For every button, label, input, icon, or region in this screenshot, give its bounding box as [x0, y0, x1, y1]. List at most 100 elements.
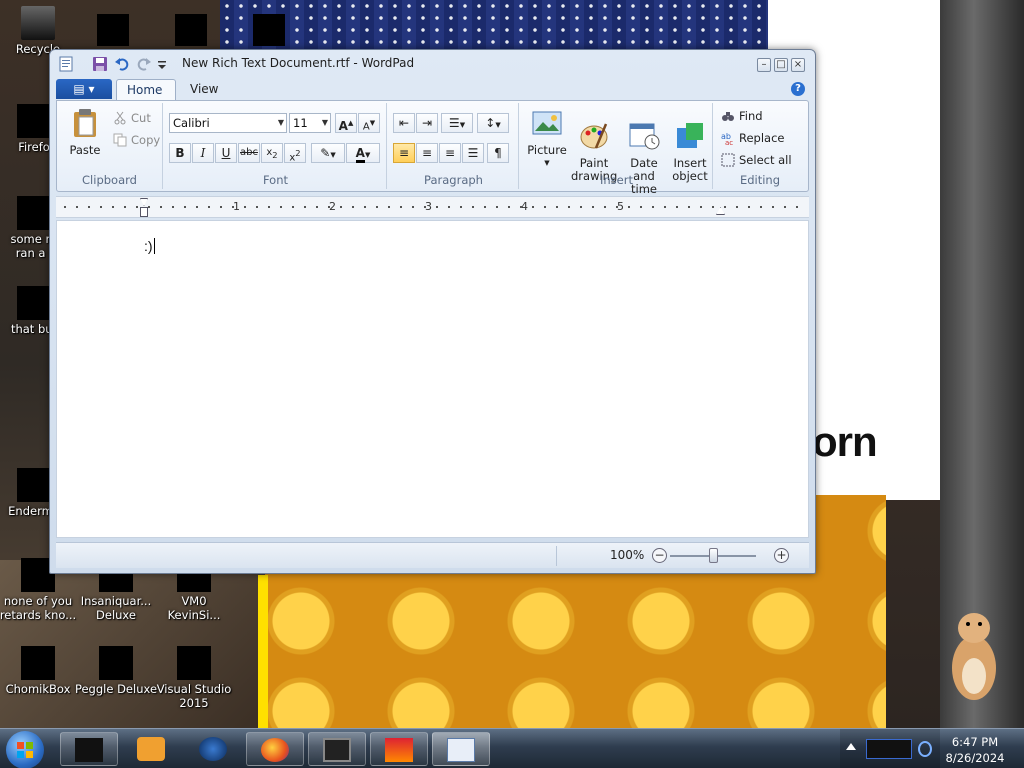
ruler-tick [376, 206, 378, 208]
status-bar: 100% − + [56, 542, 809, 568]
find-button[interactable]: Find [721, 107, 763, 125]
start-button[interactable] [6, 731, 44, 768]
document-text[interactable]: :) [144, 238, 155, 254]
copy-icon [113, 133, 127, 147]
zoom-in-button[interactable]: + [774, 548, 789, 563]
copy-button[interactable]: Copy [113, 131, 160, 149]
replace-button[interactable]: ab ac Replace [721, 129, 785, 147]
left-indent-marker[interactable] [140, 207, 148, 217]
line-spacing-button[interactable]: ↕▼ [477, 113, 509, 133]
zoom-out-button[interactable]: − [652, 548, 667, 563]
tab-home[interactable]: Home [116, 79, 176, 100]
desktop-icon-top-1[interactable] [97, 14, 129, 46]
ruler-tick [232, 206, 234, 208]
wordpad-icon [447, 738, 475, 762]
taskbar-app-monitor[interactable] [308, 732, 366, 766]
wordpad-window[interactable]: New Rich Text Document.rtf - WordPad – □… [49, 49, 816, 574]
ruler-tick [580, 206, 582, 208]
select-all-button[interactable]: Select all [721, 151, 792, 169]
tray-app-icon[interactable] [866, 739, 912, 759]
paragraph-button[interactable]: ¶ [487, 143, 509, 163]
italic-button[interactable]: I [192, 143, 214, 163]
wordpad-app-icon[interactable] [58, 56, 74, 72]
zoom-slider-thumb[interactable] [708, 548, 718, 563]
justify-button[interactable]: ☰ [462, 143, 484, 163]
picture-button[interactable]: Picture ▼ [525, 107, 569, 170]
taskbar-app-globe[interactable] [184, 732, 242, 766]
wallpaper-text: orn [812, 418, 878, 465]
highlight-button[interactable]: ✎▼ [311, 143, 345, 163]
close-button[interactable]: × [791, 58, 805, 72]
decrease-indent-button[interactable]: ⇤ [393, 113, 415, 133]
increase-indent-button[interactable]: ⇥ [416, 113, 438, 133]
right-indent-marker[interactable] [716, 207, 725, 215]
font-size-select[interactable]: 11 ▼ [289, 113, 331, 133]
save-icon[interactable] [92, 56, 108, 72]
taskbar-firefox[interactable] [246, 732, 304, 766]
ruler-tick [316, 206, 318, 208]
desktop-icon-top-2[interactable] [175, 14, 207, 46]
align-center-button[interactable]: ≡ [416, 143, 438, 163]
redo-icon[interactable] [136, 56, 152, 72]
bullets-button[interactable]: ☰▼ [441, 113, 473, 133]
ruler-tick [64, 206, 66, 208]
desktop-icon-top-3[interactable] [253, 14, 285, 46]
customize-toolbar-icon[interactable] [156, 56, 168, 72]
align-right-button[interactable]: ≡ [439, 143, 461, 163]
cut-button[interactable]: Cut [113, 109, 151, 127]
insert-object-button[interactable]: Insert object [669, 107, 711, 183]
help-icon[interactable]: ? [791, 82, 805, 96]
hamster-image [952, 613, 996, 700]
desktop-icon-visual-studio[interactable]: Visual Studio 2015 [152, 646, 236, 710]
shrink-font-button[interactable]: A▼ [358, 113, 380, 133]
tab-view[interactable]: View [180, 79, 224, 100]
superscript-button[interactable]: x2 [284, 143, 306, 163]
system-tray [840, 729, 940, 768]
taskbar-app-red[interactable] [370, 732, 428, 766]
title-bar[interactable]: New Rich Text Document.rtf - WordPad – □… [50, 50, 815, 76]
ruler-tick [340, 206, 342, 208]
taskbar-app-1[interactable] [60, 732, 118, 766]
chevron-down-icon: ▼ [364, 151, 371, 159]
calendar-clock-icon [629, 123, 660, 150]
align-left-button[interactable]: ≡ [393, 143, 415, 163]
minimize-button[interactable]: – [757, 58, 771, 72]
ruler-tick [88, 206, 90, 208]
font-color-button[interactable]: A▼ [346, 143, 380, 163]
paint-palette-icon [580, 123, 608, 149]
ruler-tick [400, 206, 402, 208]
ruler-tick [268, 206, 270, 208]
taskbar-media-player[interactable] [122, 732, 180, 766]
media-player-icon [137, 737, 165, 761]
monitor-icon [323, 738, 351, 762]
ruler-tick [136, 206, 138, 208]
subscript-button[interactable]: x2 [261, 143, 283, 163]
ruler-tick [292, 206, 294, 208]
firefox-icon [261, 738, 289, 762]
paste-button[interactable]: Paste [61, 107, 109, 157]
network-icon[interactable] [918, 741, 932, 757]
ruler-tick [640, 206, 642, 208]
ruler-tick [100, 206, 102, 208]
show-hidden-icons-icon[interactable] [846, 743, 856, 750]
maximize-button[interactable]: □ [774, 58, 788, 72]
select-all-icon [721, 153, 735, 167]
ruler[interactable]: 1 2 3 4 5 [56, 196, 809, 218]
document-area[interactable]: :) [56, 220, 809, 538]
ruler-tick [556, 206, 558, 208]
underline-button[interactable]: U [215, 143, 237, 163]
clock[interactable]: 6:47 PM 8/26/2024 [942, 734, 1008, 766]
desktop-icon-chomikbox[interactable]: ChomikBox [0, 646, 80, 696]
grow-font-button[interactable]: A▲ [335, 113, 357, 133]
taskbar-wordpad[interactable] [432, 732, 490, 766]
first-line-indent-marker[interactable] [140, 198, 148, 206]
font-family-select[interactable]: Calibri ▼ [169, 113, 287, 133]
application-menu-button[interactable]: ▤ ▾ [56, 79, 112, 99]
paint-drawing-button[interactable]: Paint drawing [571, 107, 617, 183]
ruler-tick [796, 206, 798, 208]
bold-button[interactable]: B [169, 143, 191, 163]
ruler-tick [676, 206, 678, 208]
strikethrough-button[interactable]: abc [238, 143, 260, 163]
desktop-icon-peggle-deluxe[interactable]: Peggle Deluxe [74, 646, 158, 696]
undo-icon[interactable] [114, 56, 130, 72]
